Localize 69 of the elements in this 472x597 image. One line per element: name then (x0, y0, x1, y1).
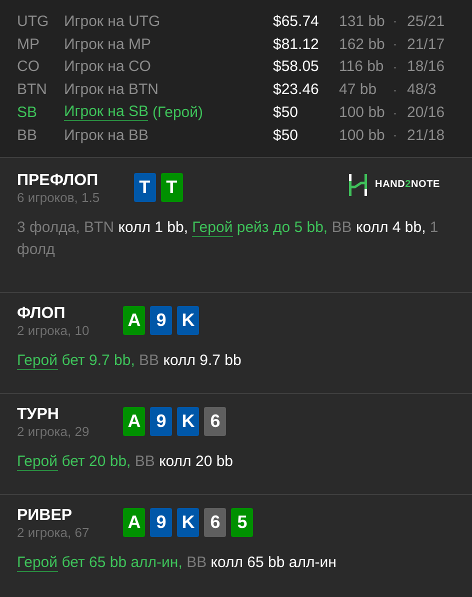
player-name: Игрок на UTG (64, 12, 160, 30)
playing-card: 5 (231, 508, 254, 537)
player-name-link[interactable]: Игрок на SB (64, 104, 148, 122)
playing-card: T (160, 172, 183, 202)
separator-dot: · (393, 106, 398, 120)
stack-amount: $81.12 (273, 36, 320, 53)
player-name: Игрок на BTN (64, 81, 158, 98)
player-stats: 48/3 (407, 81, 436, 98)
stack-bb: 100 bb (339, 126, 386, 144)
hero-tag: (Герой) (152, 104, 203, 122)
player-stats: 20/16 (407, 104, 445, 122)
playing-card: K (177, 406, 200, 436)
action-text: Герой бет 9.7 bb, BB колл 9.7 bb (17, 350, 242, 372)
hero-link[interactable]: Герой (17, 452, 58, 471)
position-label: BTN (17, 81, 48, 98)
separator-dot: · (393, 128, 398, 142)
stack-bb: 162 bb (339, 36, 386, 53)
playing-card: A (123, 406, 146, 436)
action-text: Герой бет 65 bb алл-ин, BB колл 65 bb алл-ин (17, 552, 338, 574)
street-title: ФЛОП (17, 304, 66, 323)
position-label: SB (17, 104, 38, 122)
stack-amount: $65.74 (273, 12, 320, 30)
position-label: MP (17, 36, 40, 53)
street-info: 6 игроков, 1.5 (17, 190, 100, 205)
stack-amount: $23.46 (273, 81, 320, 98)
playing-card: 6 (204, 508, 226, 537)
action-text: 3 фолда, BTN колл 1 bb, Герой рейз до 5 bb, BB колл 4 bb, 1 фолд (17, 218, 440, 260)
player-stats: 25/21 (407, 12, 445, 30)
playing-card: K (177, 306, 200, 335)
logo-icon (349, 174, 368, 196)
playing-card: T (134, 172, 156, 202)
playing-card: 6 (204, 406, 226, 436)
playing-card: A (123, 306, 146, 335)
player-stats: 21/17 (407, 36, 445, 53)
stack-amount: $50 (273, 104, 300, 122)
stack-bb: 116 bb (339, 58, 385, 76)
player-name: Игрок на MP (64, 36, 151, 53)
action-text: Герой бет 20 bb, BB колл 20 bb (17, 452, 234, 473)
player-name: Игрок на BB (64, 126, 148, 144)
playing-card: 9 (150, 508, 172, 537)
position-label: UTG (17, 12, 50, 30)
player-name: Игрок на CO (64, 58, 151, 76)
street-title: РИВЕР (17, 506, 74, 525)
street-title: ТУРН (17, 406, 60, 424)
playing-card: 9 (150, 306, 172, 335)
playing-card: A (123, 508, 146, 537)
separator-dot: · (393, 82, 398, 97)
stack-bb: 100 bb (339, 104, 386, 122)
street-info: 2 игрока, 29 (17, 424, 90, 439)
street-title: ПРЕФЛОП (17, 172, 100, 190)
player-stats: 21/18 (407, 126, 445, 144)
hero-link[interactable]: Герой (192, 218, 233, 237)
playing-card: K (177, 508, 200, 537)
stack-bb: 131 bb (339, 12, 386, 30)
playing-card: 9 (150, 406, 172, 436)
player-stats: 18/16 (407, 58, 445, 76)
position-label: CO (17, 58, 40, 76)
logo-text: HAND2NOTE (375, 179, 440, 190)
stack-amount: $50 (273, 126, 300, 144)
separator-dot: · (393, 14, 398, 28)
hero-link[interactable]: Герой (17, 554, 58, 572)
position-label: BB (17, 126, 38, 144)
separator-dot: · (393, 60, 398, 74)
stack-amount: $58.05 (273, 58, 320, 76)
street-info: 2 игрока, 10 (17, 322, 90, 338)
hero-link[interactable]: Герой (17, 352, 58, 370)
street-info: 2 игрока, 67 (17, 524, 90, 540)
stack-bb: 47 bb (339, 81, 378, 98)
separator-dot: · (393, 37, 398, 52)
